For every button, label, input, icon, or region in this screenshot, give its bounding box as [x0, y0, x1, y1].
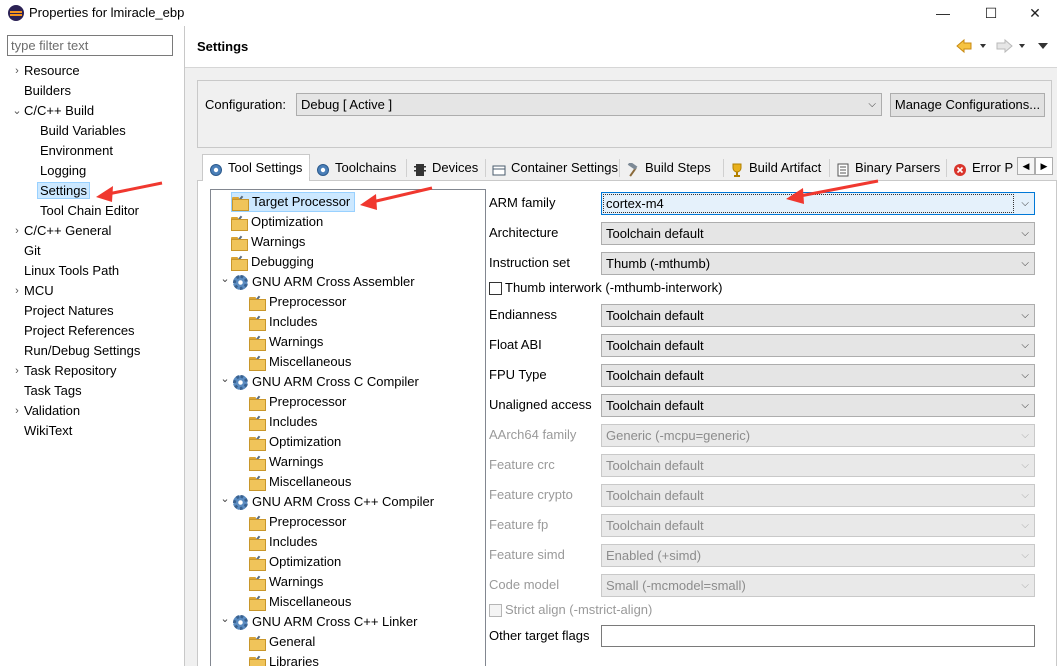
annotation-arrows [96, 179, 879, 210]
annotation-arrow-icon [786, 179, 879, 204]
annotation-arrow-icon [360, 186, 433, 210]
annotation-arrow-icon [96, 181, 163, 202]
